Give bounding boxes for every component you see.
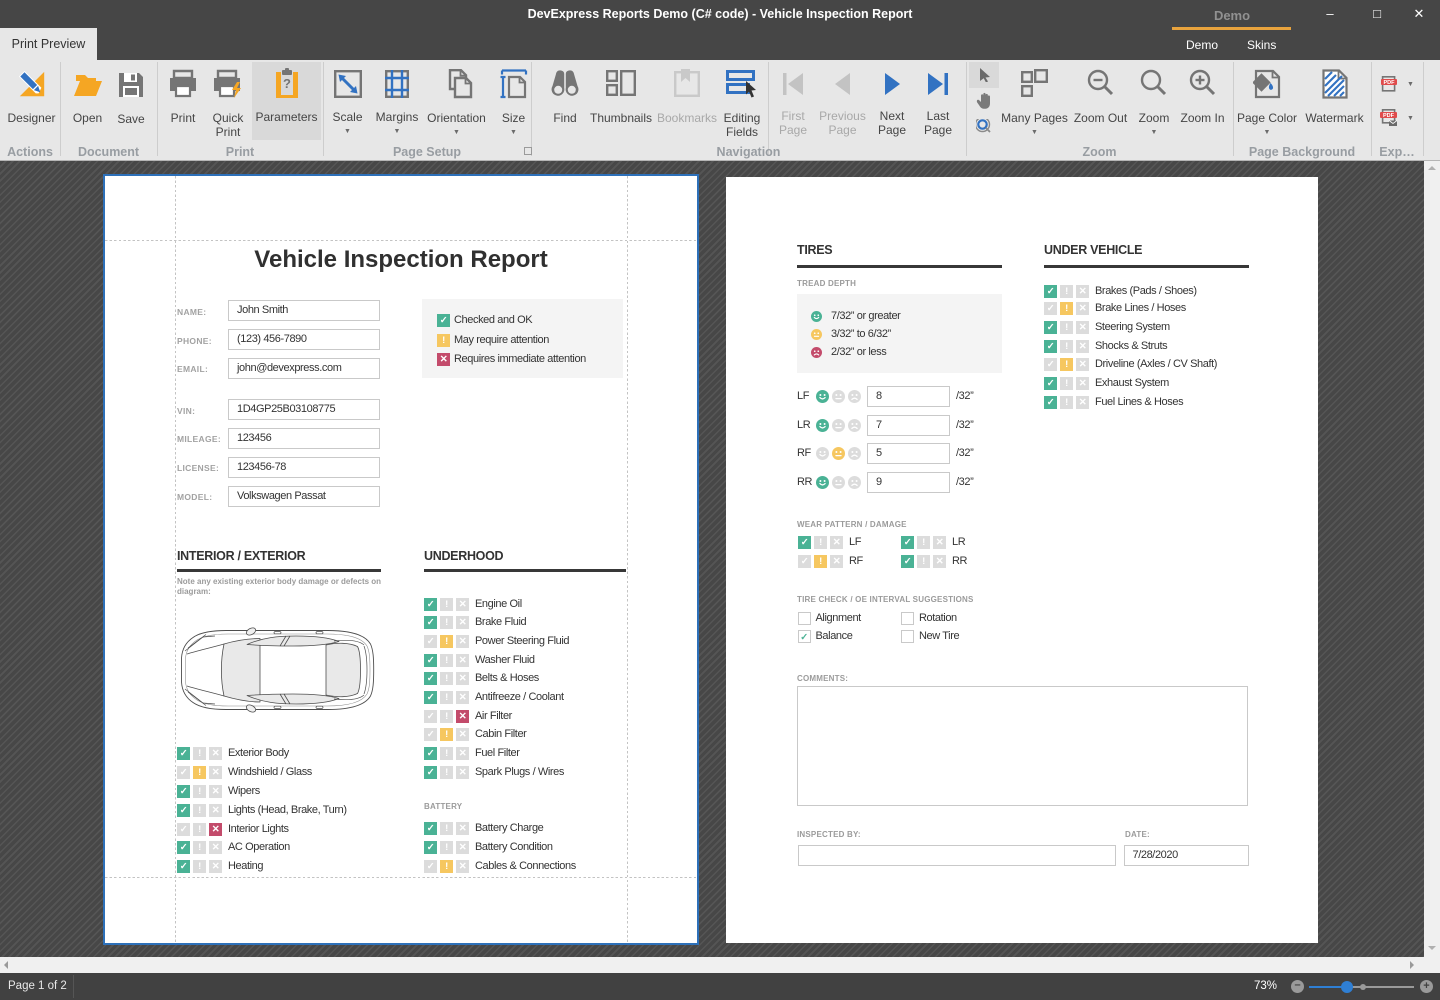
svg-text:PDF: PDF: [1383, 113, 1395, 119]
svg-text:PDF: PDF: [1384, 80, 1396, 86]
svg-text:?: ?: [283, 76, 291, 91]
